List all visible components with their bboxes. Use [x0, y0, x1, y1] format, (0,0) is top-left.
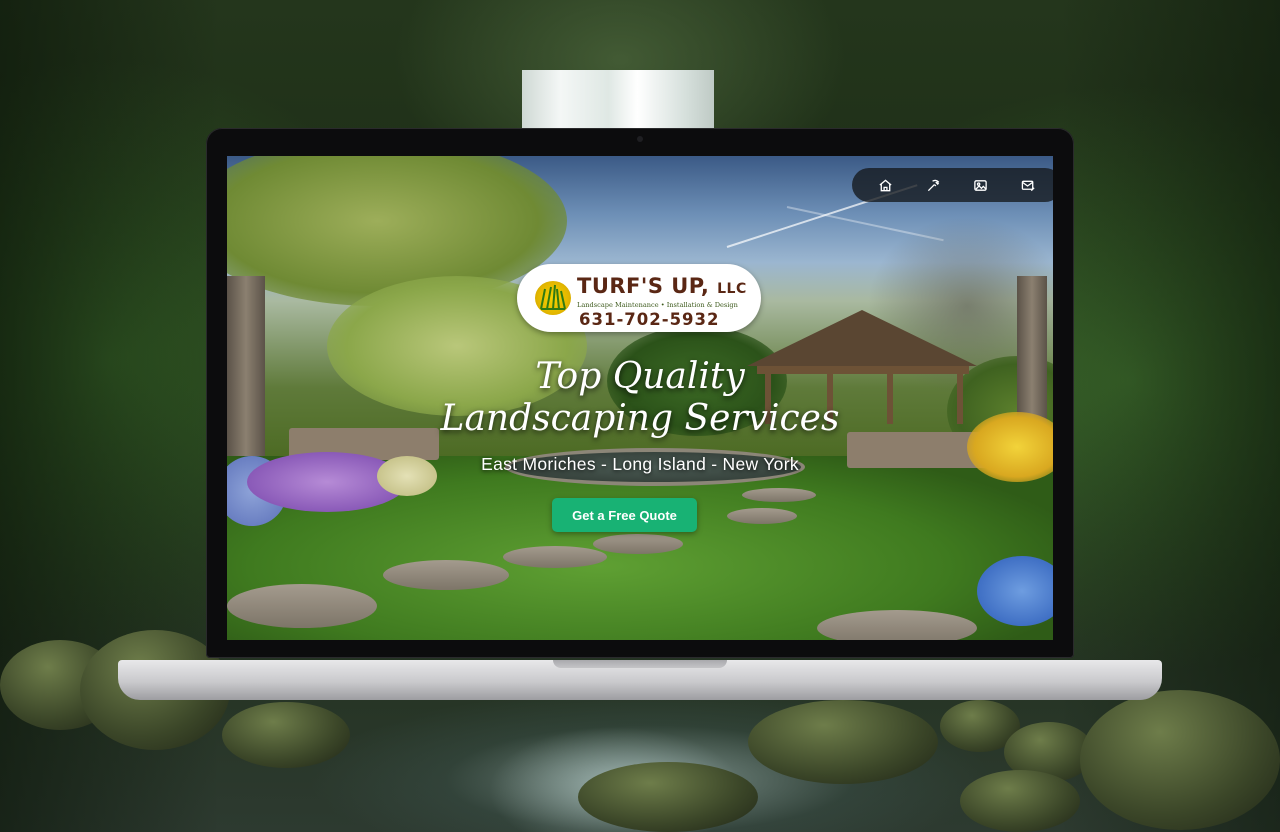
tools-icon[interactable]: [922, 174, 944, 196]
background-rock: [960, 770, 1080, 832]
stepping-stone: [227, 584, 377, 628]
stepping-stone: [503, 546, 607, 568]
free-quote-button[interactable]: Get a Free Quote: [552, 498, 697, 532]
hero-headline-line1: Top Quality: [535, 356, 745, 397]
laptop-notch: [553, 660, 727, 668]
laptop-lid: TURF'S UP, LLC Landscape Maintenance • I…: [206, 128, 1074, 658]
background-waterfall: [522, 70, 714, 130]
home-icon[interactable]: [875, 174, 897, 196]
laptop-base: [118, 660, 1162, 700]
hero-headline: Top Quality Landscaping Services: [227, 356, 1053, 440]
laptop-camera: [637, 136, 643, 142]
background-rock: [578, 762, 758, 832]
contact-mail-icon[interactable]: [1017, 174, 1039, 196]
company-tagline: Landscape Maintenance • Installation & D…: [577, 301, 738, 309]
website-screen: TURF'S UP, LLC Landscape Maintenance • I…: [227, 156, 1053, 640]
background-rock: [1080, 690, 1280, 830]
stepping-stone: [817, 610, 977, 640]
gallery-icon[interactable]: [970, 174, 992, 196]
company-phone[interactable]: 631-702-5932: [579, 310, 720, 329]
company-name: TURF'S UP, LLC: [577, 274, 747, 298]
stepping-stone: [383, 560, 509, 590]
stepping-stone: [742, 488, 816, 502]
hero-headline-line2: Landscaping Services: [440, 398, 840, 439]
background-rock: [748, 700, 938, 784]
company-logo[interactable]: TURF'S UP, LLC Landscape Maintenance • I…: [517, 264, 761, 332]
hero-location: East Moriches - Long Island - New York: [481, 454, 799, 474]
background-rock: [222, 702, 350, 768]
stepping-stone: [727, 508, 797, 524]
top-nav: [852, 168, 1053, 202]
grass-logo-icon: [535, 281, 571, 315]
stepping-stone: [593, 534, 683, 554]
